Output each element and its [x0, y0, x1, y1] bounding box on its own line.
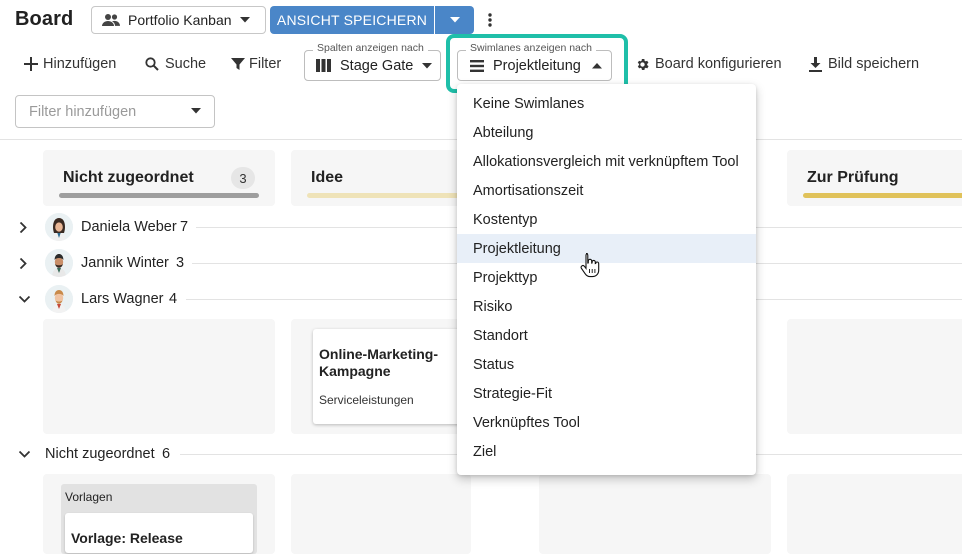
- save-options-button[interactable]: [435, 6, 474, 34]
- menu-item[interactable]: Kostentyp: [457, 205, 756, 234]
- column-color-bar: [803, 193, 962, 198]
- column-title: Zur Prüfung: [807, 169, 899, 186]
- menu-item[interactable]: Projekttyp: [457, 263, 756, 292]
- avatar: [45, 249, 73, 277]
- add-button[interactable]: Hinzufügen: [24, 52, 116, 76]
- board-cell[interactable]: [539, 474, 771, 554]
- swimlane-count: 3: [176, 255, 185, 271]
- chevron-down-icon[interactable]: [19, 450, 30, 458]
- save-image-button[interactable]: Bild speichern: [809, 52, 919, 76]
- people-icon: [102, 13, 120, 27]
- card-subtitle: Serviceleistungen: [319, 393, 414, 407]
- columns-select[interactable]: Spalten anzeigen nach Stage Gate: [304, 42, 441, 81]
- board-cell[interactable]: [787, 319, 962, 434]
- swimlane-name: Jannik Winter: [81, 255, 169, 271]
- card-title: Online-Marketing-Kampagne: [319, 346, 439, 379]
- caret-down-icon: [239, 17, 250, 23]
- filter-button[interactable]: Filter: [231, 52, 281, 76]
- add-label: Hinzufügen: [43, 56, 117, 72]
- menu-item[interactable]: Abteilung: [457, 118, 756, 147]
- save-view-button[interactable]: ANSICHT SPEICHERN: [270, 6, 434, 34]
- columns-value: Stage Gate: [340, 57, 414, 74]
- column-color-bar: [307, 193, 467, 198]
- view-select[interactable]: Portfolio Kanban: [91, 6, 266, 34]
- filter-funnel-icon: [231, 57, 245, 71]
- avatar: [45, 213, 73, 241]
- swimlane-count: 7: [180, 219, 189, 235]
- filter-input[interactable]: Filter hinzufügen: [15, 95, 215, 128]
- menu-item[interactable]: Standort: [457, 321, 756, 350]
- configure-board-button[interactable]: Board konfigurieren: [635, 52, 782, 76]
- avatar: [45, 285, 73, 313]
- board-cell[interactable]: [291, 474, 471, 554]
- hand-cursor-icon: [580, 252, 600, 278]
- menu-item[interactable]: Risiko: [457, 292, 756, 321]
- columns-icon: [316, 59, 331, 72]
- more-options-button[interactable]: [482, 10, 498, 30]
- search-button[interactable]: Suche: [145, 52, 206, 76]
- menu-item[interactable]: Status: [457, 350, 756, 379]
- download-icon: [809, 56, 822, 72]
- save-image-label: Bild speichern: [828, 56, 920, 72]
- column-title: Idee: [311, 169, 344, 186]
- swimlane-name: Nicht zugeordnet: [45, 446, 155, 462]
- page-title: Board: [15, 8, 74, 30]
- swimlane-name: Daniela Weber: [81, 219, 177, 235]
- menu-item[interactable]: Allokationsvergleich mit verknüpftem Too…: [457, 147, 756, 176]
- template-card-title: Vorlage: Release: [71, 530, 183, 546]
- search-label: Suche: [165, 56, 207, 72]
- kebab-icon: [488, 13, 492, 27]
- search-icon: [145, 57, 159, 71]
- template-label: Vorlagen: [65, 490, 113, 504]
- chevron-right-icon[interactable]: [19, 222, 27, 233]
- menu-item[interactable]: Verknüpftes Tool: [457, 408, 756, 437]
- column-title: Nicht zugeordnet: [63, 169, 194, 186]
- chevron-down-icon[interactable]: [19, 295, 30, 303]
- gear-icon: [635, 57, 650, 72]
- filter-label: Filter: [249, 56, 282, 72]
- caret-down-icon: [191, 108, 201, 114]
- menu-item[interactable]: Amortisationszeit: [457, 176, 756, 205]
- column-count-badge: 3: [231, 167, 255, 189]
- column-color-bar: [59, 193, 259, 198]
- swimlanes-menu: Keine Swimlanes Abteilung Allokationsver…: [457, 84, 756, 475]
- caret-down-icon: [449, 17, 460, 23]
- menu-item[interactable]: Ziel: [457, 437, 756, 466]
- board-cell[interactable]: [43, 319, 275, 434]
- menu-item-selected[interactable]: Projektleitung: [457, 234, 756, 263]
- menu-item[interactable]: Strategie-Fit: [457, 379, 756, 408]
- board-cell[interactable]: [787, 474, 962, 554]
- view-select-label: Portfolio Kanban: [128, 12, 232, 28]
- swimlane-count: 6: [162, 446, 171, 462]
- columns-legend: Spalten anzeigen nach: [313, 42, 428, 54]
- swimlane-count: 4: [169, 291, 178, 307]
- caret-down-icon: [422, 62, 433, 69]
- menu-item[interactable]: Keine Swimlanes: [457, 89, 756, 118]
- swimlane-name: Lars Wagner: [81, 291, 164, 307]
- chevron-right-icon[interactable]: [19, 258, 27, 269]
- plus-icon: [24, 57, 38, 71]
- filter-placeholder: Filter hinzufügen: [29, 103, 137, 120]
- configure-board-label: Board konfigurieren: [655, 56, 782, 72]
